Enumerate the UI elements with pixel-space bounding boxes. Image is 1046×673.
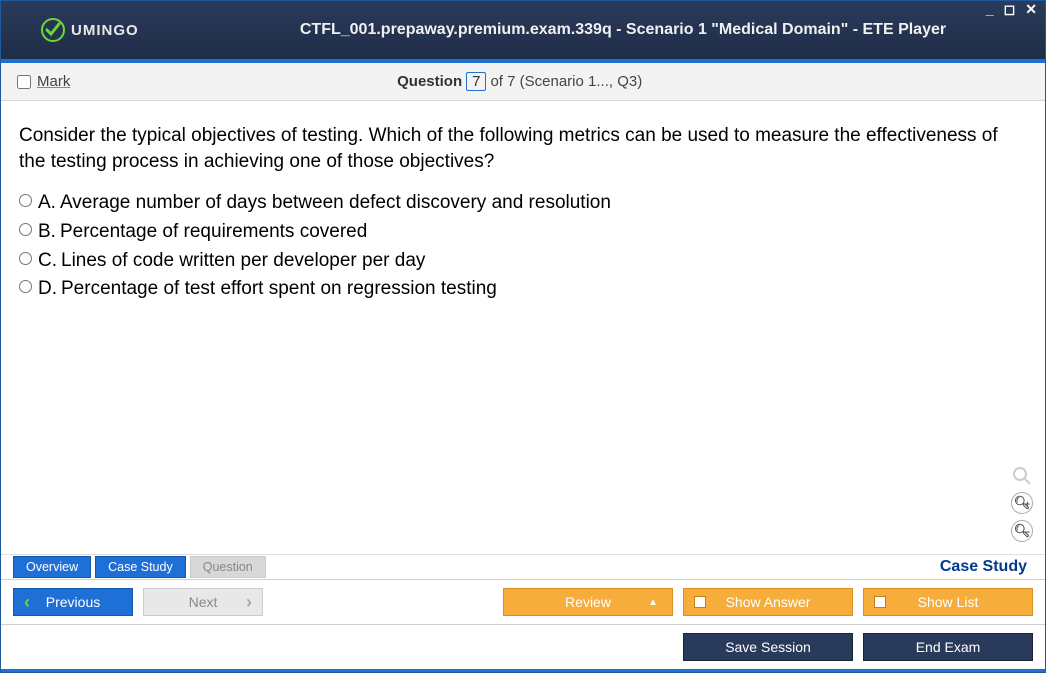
tab-bar: Overview Case Study Question Case Study [1,554,1045,580]
case-study-link[interactable]: Case Study [940,558,1033,576]
option-a[interactable]: A.Average number of days between defect … [19,190,1027,216]
tab-case-study[interactable]: Case Study [95,556,186,578]
end-exam-button[interactable]: End Exam [863,633,1033,661]
option-c[interactable]: C.Lines of code written per developer pe… [19,248,1027,274]
options-list: A.Average number of days between defect … [19,190,1027,302]
review-label: Review [565,594,611,610]
question-label: Question [397,73,462,90]
show-answer-label: Show Answer [726,594,811,610]
tab-question[interactable]: Question [190,556,266,578]
option-text: Average number of days between defect di… [60,190,611,216]
triangle-up-icon: ▲ [648,597,658,608]
option-b-radio[interactable] [19,223,32,236]
option-text: Percentage of test effort spent on regre… [61,276,497,302]
option-text: Percentage of requirements covered [60,219,367,245]
option-text: Lines of code written per developer per … [61,248,425,274]
option-b[interactable]: B.Percentage of requirements covered [19,219,1027,245]
option-letter: A. [38,190,56,216]
zoom-out-button[interactable]: 🔍︎− [1011,520,1033,542]
question-counter: Question 7 of 7 (Scenario 1..., Q3) [70,72,969,91]
question-text: Consider the typical objectives of testi… [19,123,1027,174]
option-a-radio[interactable] [19,194,32,207]
chevron-left-icon: ‹ [24,592,30,613]
question-number[interactable]: 7 [466,72,486,91]
option-d[interactable]: D.Percentage of test effort spent on reg… [19,276,1027,302]
titlebar: UMINGO CTFL_001.prepaway.premium.exam.33… [1,1,1045,63]
option-letter: D. [38,276,57,302]
zoom-in-button[interactable]: 🔍︎+ [1011,492,1033,514]
zoom-tools: 🔍︎+ 🔍︎− [1011,466,1033,542]
logo-checkmark-icon [41,18,65,42]
question-content: Consider the typical objectives of testi… [1,101,1045,554]
logo: UMINGO [1,18,201,42]
option-letter: B. [38,219,56,245]
question-total: of 7 (Scenario 1..., Q3) [490,73,642,90]
option-d-radio[interactable] [19,280,32,293]
previous-button[interactable]: ‹ Previous [13,588,133,616]
window-title: CTFL_001.prepaway.premium.exam.339q - Sc… [201,21,1045,39]
show-list-checkbox-icon [874,596,886,608]
chevron-right-icon: › [246,592,252,613]
window-controls: _ ◻ ✕ [984,1,1039,18]
show-list-button[interactable]: Show List [863,588,1033,616]
mark-checkbox[interactable] [17,75,31,89]
question-header: Mark Question 7 of 7 (Scenario 1..., Q3) [1,63,1045,101]
nav-row: ‹ Previous Next › Review ▲ Show Answer S… [1,580,1045,625]
zoom-reset-icon[interactable] [1012,466,1032,486]
show-list-label: Show List [918,594,979,610]
next-label: Next [189,594,218,610]
tab-overview[interactable]: Overview [13,556,91,578]
show-answer-button[interactable]: Show Answer [683,588,853,616]
show-answer-checkbox-icon [694,596,706,608]
mark-label: Mark [37,73,70,90]
option-c-radio[interactable] [19,252,32,265]
mark-checkbox-wrap[interactable]: Mark [17,73,70,90]
minimize-button[interactable]: _ [984,1,996,18]
maximize-button[interactable]: ◻ [1002,1,1018,18]
logo-text: UMINGO [71,22,139,39]
previous-label: Previous [46,594,100,610]
next-button[interactable]: Next › [143,588,263,616]
option-letter: C. [38,248,57,274]
bottom-row: Save Session End Exam [1,625,1045,672]
review-button[interactable]: Review ▲ [503,588,673,616]
save-session-button[interactable]: Save Session [683,633,853,661]
close-button[interactable]: ✕ [1023,1,1039,18]
